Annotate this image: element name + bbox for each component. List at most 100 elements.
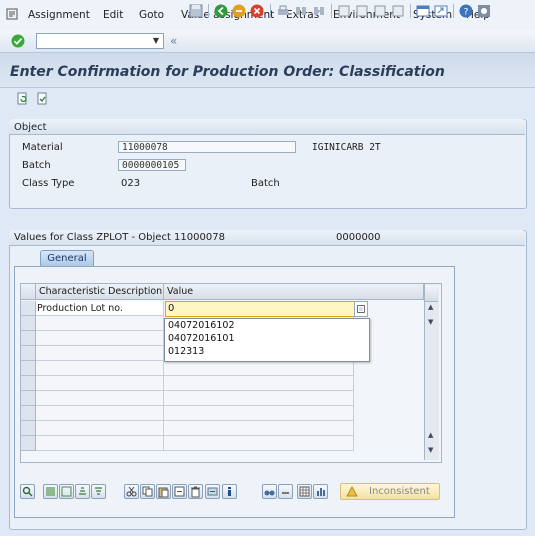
batch-field[interactable]: 0000000105 — [118, 159, 186, 171]
next-page-icon[interactable] — [373, 4, 387, 18]
value-help-icon[interactable] — [354, 301, 368, 317]
magnifier-icon — [22, 486, 33, 497]
system-menu-icon[interactable] — [6, 8, 18, 20]
object-section-header — [9, 119, 525, 135]
scroll-up-icon[interactable]: ▲ — [428, 303, 433, 311]
row-selector[interactable] — [21, 391, 36, 406]
copy-button[interactable] — [140, 484, 155, 499]
dropdown-option[interactable]: 012313 — [168, 346, 204, 357]
deselect-button[interactable] — [59, 484, 74, 499]
toolbar-separator — [270, 4, 271, 18]
first-page-icon[interactable] — [337, 4, 351, 18]
object-section-title: Object — [14, 122, 47, 133]
command-field[interactable] — [36, 33, 164, 49]
scroll-down-icon[interactable]: ▼ — [428, 318, 433, 326]
characteristic-description: Production Lot no. — [37, 303, 123, 314]
table-row — [36, 436, 164, 451]
toolbar-separator — [453, 4, 454, 18]
sort-ascending-icon — [79, 487, 86, 495]
insert-row-icon — [174, 486, 185, 497]
insert-row-button[interactable] — [172, 484, 187, 499]
previous-page-icon[interactable] — [355, 4, 369, 18]
assign-values-button[interactable] — [205, 484, 220, 499]
select-all-button[interactable] — [43, 484, 58, 499]
paste-button[interactable] — [156, 484, 171, 499]
table-row — [36, 346, 164, 361]
table-row — [36, 391, 164, 406]
row-selector[interactable] — [21, 346, 36, 361]
copy-icon — [142, 486, 153, 497]
find-icon[interactable] — [294, 4, 308, 18]
dropdown-option[interactable]: 04072016101 — [168, 333, 235, 344]
sort-descending-button[interactable] — [91, 484, 106, 499]
new-session-icon[interactable] — [416, 4, 430, 18]
enter-check-icon[interactable] — [11, 34, 25, 48]
details-button[interactable] — [20, 484, 35, 499]
row-selector[interactable] — [21, 301, 36, 316]
last-page-icon[interactable] — [391, 4, 405, 18]
shortcut-icon[interactable] — [434, 4, 448, 18]
row-selector[interactable] — [21, 331, 36, 346]
table-cell — [164, 436, 354, 451]
document-check-icon[interactable] — [36, 92, 49, 105]
link-button[interactable] — [278, 484, 293, 499]
cancel-icon[interactable] — [250, 4, 264, 18]
command-dropdown-icon[interactable]: ▼ — [150, 34, 162, 48]
dropdown-option[interactable]: 04072016102 — [168, 320, 235, 331]
table-cell — [164, 376, 354, 391]
deselect-icon — [61, 486, 72, 497]
chart-icon — [317, 488, 325, 496]
menu-edit[interactable]: Edit — [103, 9, 123, 21]
material-field[interactable]: 11000078 — [118, 141, 296, 153]
refresh-icon[interactable] — [16, 92, 29, 105]
customize-layout-icon[interactable] — [477, 4, 491, 18]
save-icon[interactable] — [189, 4, 203, 18]
row-selector[interactable] — [21, 406, 36, 421]
chart-button[interactable] — [313, 484, 328, 499]
row-selector[interactable] — [21, 376, 36, 391]
sort-ascending-button[interactable] — [75, 484, 90, 499]
print-icon[interactable] — [276, 4, 290, 18]
scroll-up-icon[interactable]: ▲ — [428, 431, 433, 439]
table-row — [36, 331, 164, 346]
value-input[interactable]: 0 — [165, 301, 355, 317]
help-icon[interactable]: ? — [459, 4, 473, 18]
tab-general[interactable]: General — [40, 250, 94, 267]
table-select-all[interactable] — [21, 284, 36, 300]
menu-goto[interactable]: Goto — [139, 9, 164, 21]
table-row — [36, 376, 164, 391]
table-cell — [164, 406, 354, 421]
row-selector[interactable] — [21, 361, 36, 376]
back-history-icon[interactable]: « — [170, 34, 177, 48]
table-row — [36, 361, 164, 376]
class-type-label: Class Type — [22, 178, 75, 189]
row-selector[interactable] — [21, 421, 36, 436]
binoculars-button[interactable] — [262, 484, 277, 499]
toolbar-separator — [331, 4, 332, 18]
class-type-description: Batch — [251, 178, 280, 189]
column-header-description[interactable]: Characteristic Description — [36, 284, 164, 300]
table-row: Production Lot no. — [36, 301, 164, 316]
row-selector[interactable] — [21, 316, 36, 331]
scrollbar-header-button[interactable] — [425, 285, 438, 302]
menu-assignment[interactable]: Assignment — [28, 9, 90, 21]
application-toolbar — [0, 88, 535, 110]
find-next-icon[interactable] — [312, 4, 326, 18]
back-icon[interactable] — [214, 4, 228, 18]
scroll-down-icon[interactable]: ▼ — [428, 446, 433, 454]
scissors-icon — [126, 486, 137, 497]
table-settings-button[interactable] — [297, 484, 312, 499]
table-cell — [164, 391, 354, 406]
sort-descending-icon — [95, 487, 102, 495]
cut-button[interactable] — [124, 484, 139, 499]
information-button[interactable] — [222, 484, 237, 499]
row-selector[interactable] — [21, 436, 36, 451]
column-header-value[interactable]: Value — [164, 284, 424, 300]
link-icon — [282, 492, 289, 494]
warning-icon — [346, 486, 358, 497]
values-section-number: 0000000 — [336, 232, 381, 243]
toolbar-separator — [410, 4, 411, 18]
table-row — [36, 421, 164, 436]
exit-icon[interactable] — [232, 4, 246, 18]
delete-button[interactable] — [188, 484, 203, 499]
